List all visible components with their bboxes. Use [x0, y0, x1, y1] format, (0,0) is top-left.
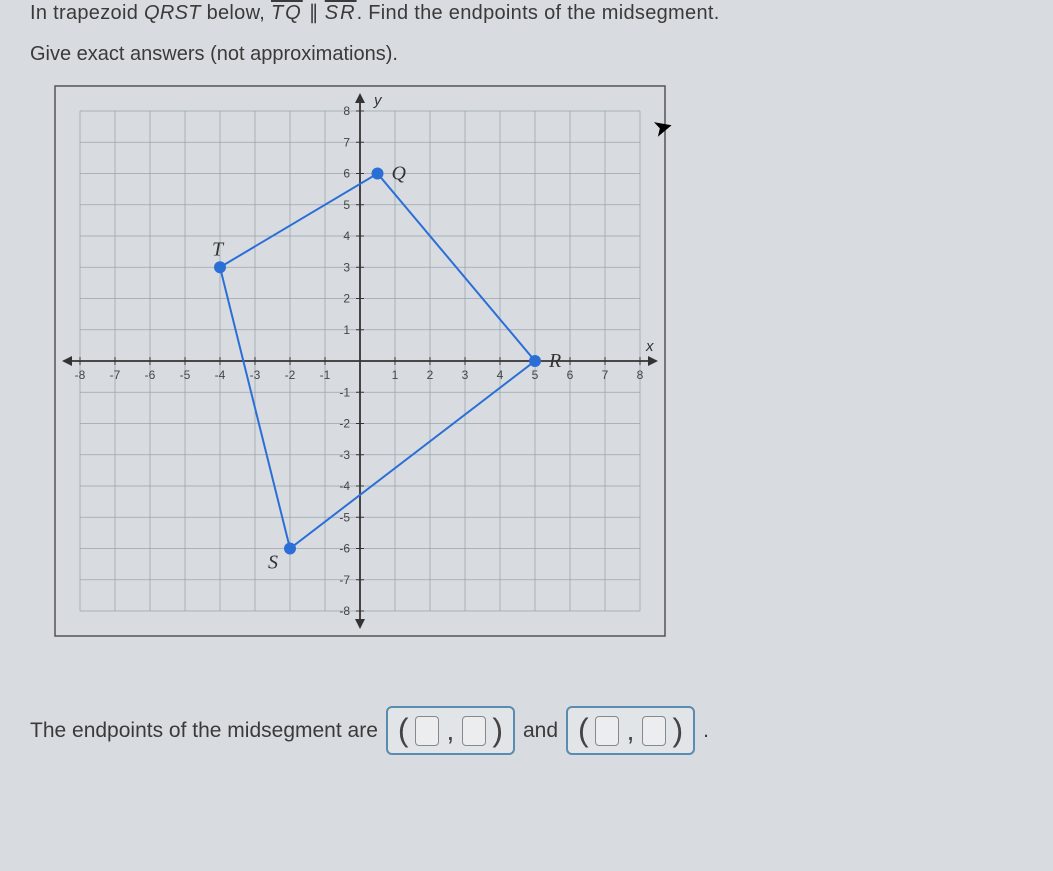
- svg-text:T: T: [212, 238, 225, 260]
- comma: ,: [627, 715, 635, 747]
- svg-text:-3: -3: [339, 448, 350, 462]
- svg-text:2: 2: [427, 368, 434, 382]
- segment-sr: SR: [325, 2, 357, 24]
- problem-statement: In trapezoid QRST below, TQ ∥ SR. Find t…: [30, 0, 1023, 25]
- svg-text:-7: -7: [339, 573, 350, 587]
- close-paren: ): [492, 712, 503, 749]
- text: In trapezoid: [30, 2, 144, 24]
- svg-text:1: 1: [343, 323, 350, 337]
- y1-field[interactable]: [462, 716, 486, 746]
- answer-row: The endpoints of the midsegment are ( , …: [30, 706, 1023, 755]
- shape-name: QRST: [144, 2, 201, 24]
- text: below,: [201, 2, 271, 24]
- svg-text:6: 6: [343, 167, 350, 181]
- svg-text:7: 7: [343, 135, 350, 149]
- svg-text:-5: -5: [339, 510, 350, 524]
- endpoint-2-input[interactable]: ( , ): [566, 706, 695, 755]
- svg-text:-2: -2: [285, 368, 296, 382]
- svg-text:x: x: [645, 338, 654, 355]
- svg-text:-8: -8: [75, 368, 86, 382]
- svg-text:1: 1: [392, 368, 399, 382]
- svg-text:5: 5: [532, 368, 539, 382]
- svg-text:-1: -1: [320, 368, 331, 382]
- svg-text:-4: -4: [339, 479, 350, 493]
- svg-text:R: R: [548, 350, 561, 372]
- coordinate-graph: y x -8 -7 -6 -5 -4 -3 -2 -1 1 2 3 4 5 6 7 8 -8 -7 -6 -5 -4 -3 -2…: [50, 81, 1023, 646]
- comma: ,: [447, 715, 455, 747]
- svg-text:-6: -6: [339, 542, 350, 556]
- answer-lead: The endpoints of the midsegment are: [30, 719, 378, 743]
- svg-text:-4: -4: [215, 368, 226, 382]
- svg-text:7: 7: [602, 368, 609, 382]
- x2-field[interactable]: [595, 716, 619, 746]
- period: .: [703, 719, 709, 743]
- svg-text:y: y: [373, 92, 383, 109]
- svg-text:3: 3: [343, 260, 350, 274]
- svg-text:6: 6: [567, 368, 574, 382]
- svg-text:2: 2: [343, 292, 350, 306]
- x1-field[interactable]: [415, 716, 439, 746]
- svg-text:3: 3: [462, 368, 469, 382]
- svg-text:S: S: [268, 552, 278, 574]
- open-paren: (: [398, 712, 409, 749]
- text: . Find the endpoints of the midsegment.: [357, 2, 720, 24]
- svg-text:-2: -2: [339, 417, 350, 431]
- segment-tq: TQ: [271, 2, 303, 24]
- svg-text:-5: -5: [180, 368, 191, 382]
- instruction-text: Give exact answers (not approximations).: [30, 43, 1023, 66]
- svg-text:4: 4: [497, 368, 504, 382]
- svg-text:4: 4: [343, 229, 350, 243]
- svg-text:8: 8: [343, 104, 350, 118]
- connector-text: and: [523, 719, 558, 743]
- svg-text:-7: -7: [110, 368, 121, 382]
- svg-text:-1: -1: [339, 385, 350, 399]
- close-paren: ): [672, 712, 683, 749]
- svg-text:5: 5: [343, 198, 350, 212]
- parallel-symbol: ∥: [303, 2, 325, 24]
- svg-text:Q: Q: [392, 163, 407, 185]
- y2-field[interactable]: [642, 716, 666, 746]
- svg-text:-3: -3: [250, 368, 261, 382]
- svg-text:-8: -8: [339, 604, 350, 618]
- svg-text:8: 8: [637, 368, 644, 382]
- open-paren: (: [578, 712, 589, 749]
- endpoint-1-input[interactable]: ( , ): [386, 706, 515, 755]
- svg-text:-6: -6: [145, 368, 156, 382]
